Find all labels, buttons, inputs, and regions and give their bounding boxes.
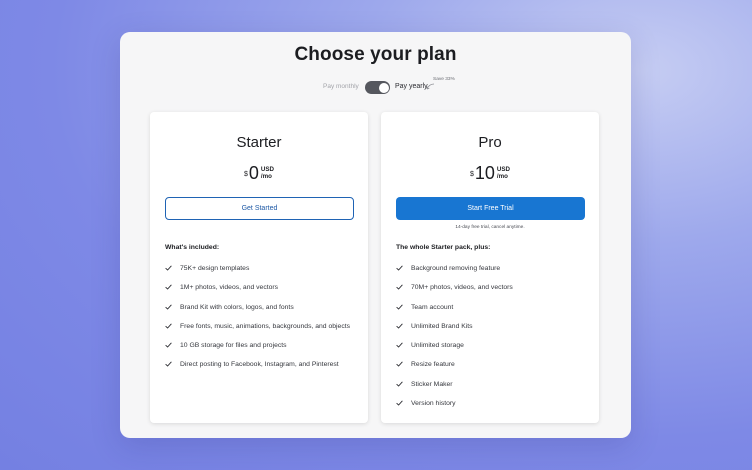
included-heading: The whole Starter pack, plus: bbox=[396, 244, 491, 251]
list-item: 10 GB storage for files and projects bbox=[165, 340, 354, 351]
check-icon bbox=[396, 400, 403, 406]
check-icon bbox=[165, 342, 172, 348]
trial-note: 14-day free trial, cancel anytime. bbox=[455, 225, 525, 230]
start-free-trial-button[interactable]: Start Free Trial bbox=[396, 197, 585, 220]
price-unit-period: /mo bbox=[496, 173, 508, 180]
price-currency: $ bbox=[469, 171, 474, 178]
list-item: 75K+ design templates bbox=[165, 263, 354, 274]
list-item: Unlimited storage bbox=[396, 340, 585, 351]
list-item: Background removing feature bbox=[396, 263, 585, 274]
price-unit-currency: USD bbox=[260, 166, 274, 173]
list-item: Brand Kit with colors, logos, and fonts bbox=[165, 302, 354, 313]
get-started-button[interactable]: Get Started bbox=[165, 197, 354, 220]
feature-label: Version history bbox=[411, 400, 456, 408]
check-icon bbox=[165, 284, 172, 290]
plan-price: $ 10 USD /mo bbox=[381, 164, 599, 186]
feature-label: Unlimited storage bbox=[411, 342, 464, 350]
plan-price: $ 0 USD /mo bbox=[150, 164, 368, 186]
feature-label: Background removing feature bbox=[411, 265, 501, 272]
feature-label: 75K+ design templates bbox=[180, 265, 250, 272]
check-icon bbox=[396, 323, 403, 329]
feature-label: 70M+ photos, videos, and vectors bbox=[411, 284, 513, 292]
plan-name: Pro bbox=[478, 134, 502, 151]
check-icon bbox=[165, 265, 172, 271]
check-icon bbox=[396, 284, 403, 290]
list-item: Free fonts, music, animations, backgroun… bbox=[165, 321, 354, 332]
toggle-knob bbox=[378, 82, 389, 93]
check-icon bbox=[165, 361, 172, 368]
pricing-modal: Choose your plan Pay monthly Pay yearly … bbox=[120, 32, 631, 438]
pay-monthly-label[interactable]: Pay monthly bbox=[323, 83, 359, 90]
feature-label: Direct posting to Facebook, Instagram, a… bbox=[180, 361, 339, 369]
page-title: Choose your plan bbox=[294, 44, 457, 65]
check-icon bbox=[396, 265, 403, 271]
feature-list: 75K+ design templates 1M+ photos, videos… bbox=[165, 263, 354, 379]
feature-label: Sticker Maker bbox=[411, 380, 453, 388]
check-icon bbox=[396, 304, 403, 310]
list-item: Team account bbox=[396, 302, 585, 313]
feature-label: Free fonts, music, animations, backgroun… bbox=[180, 322, 351, 330]
check-icon bbox=[396, 342, 403, 348]
price-amount: 0 bbox=[248, 163, 259, 183]
feature-list: Background removing feature 70M+ photos,… bbox=[396, 263, 585, 417]
check-icon bbox=[396, 381, 403, 387]
list-item: Resize feature bbox=[396, 359, 585, 370]
feature-label: Resize feature bbox=[411, 361, 455, 369]
billing-period-toggle[interactable] bbox=[365, 81, 390, 94]
check-icon bbox=[165, 304, 172, 310]
save-badge: Save 33% bbox=[433, 77, 455, 82]
price-unit: USD /mo bbox=[261, 166, 274, 180]
price-unit: USD /mo bbox=[497, 166, 510, 180]
pay-yearly-label[interactable]: Pay yearly bbox=[395, 83, 428, 90]
list-item: Version history bbox=[396, 398, 585, 409]
billing-toggle-row: Pay monthly Pay yearly Save 33% bbox=[120, 77, 631, 95]
list-item: Direct posting to Facebook, Instagram, a… bbox=[165, 359, 354, 370]
check-icon bbox=[165, 323, 172, 329]
plan-card-pro: Pro $ 10 USD /mo Start Free Trial 14-day… bbox=[381, 112, 599, 423]
feature-label: 10 GB storage for files and projects bbox=[180, 342, 287, 350]
list-item: Unlimited Brand Kits bbox=[396, 321, 585, 332]
feature-label: Team account bbox=[411, 303, 454, 311]
plan-card-starter: Starter $ 0 USD /mo Get Started What's i… bbox=[150, 112, 368, 423]
check-icon bbox=[396, 361, 403, 368]
feature-label: Brand Kit with colors, logos, and fonts bbox=[180, 303, 294, 311]
price-currency: $ bbox=[244, 171, 248, 178]
list-item: Sticker Maker bbox=[396, 379, 585, 390]
included-heading: What's included: bbox=[165, 244, 220, 251]
plan-name: Starter bbox=[236, 134, 282, 151]
list-item: 70M+ photos, videos, and vectors bbox=[396, 282, 585, 293]
price-unit-period: /mo bbox=[260, 173, 272, 180]
curved-arrow-icon bbox=[426, 83, 435, 90]
list-item: 1M+ photos, videos, and vectors bbox=[165, 282, 354, 293]
feature-label: 1M+ photos, videos, and vectors bbox=[180, 284, 279, 292]
feature-label: Unlimited Brand Kits bbox=[411, 322, 473, 330]
price-amount: 10 bbox=[474, 163, 495, 183]
price-unit-currency: USD bbox=[496, 166, 510, 173]
